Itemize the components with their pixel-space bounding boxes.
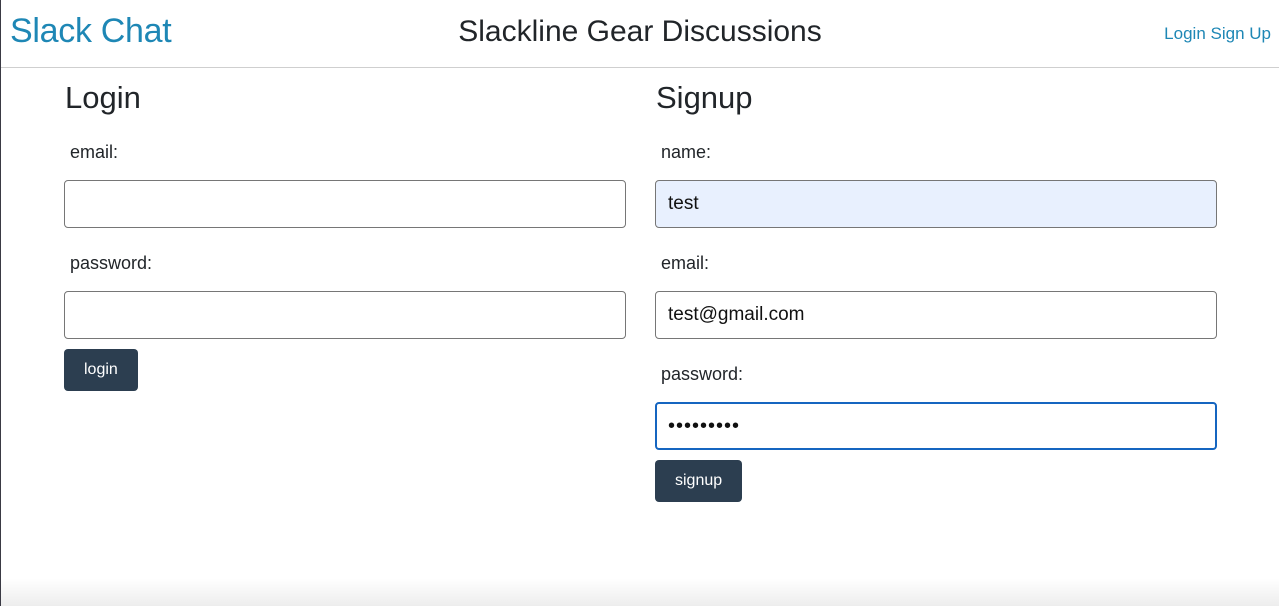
navbar: Slack Chat Slackline Gear Discussions Lo… (1, 0, 1279, 68)
signup-email-input[interactable] (655, 291, 1217, 339)
app-window: Slack Chat Slackline Gear Discussions Lo… (0, 0, 1279, 606)
login-password-input[interactable] (64, 291, 626, 339)
nav-login-link[interactable]: Login (1164, 24, 1206, 43)
login-heading: Login (65, 80, 141, 115)
login-email-label: email: (70, 142, 119, 162)
login-button[interactable]: login (64, 349, 138, 391)
login-password-label: password: (70, 253, 153, 273)
page-title: Slackline Gear Discussions (458, 15, 822, 48)
nav-links: Login Sign Up (1164, 24, 1271, 44)
signup-password-input[interactable] (655, 402, 1217, 450)
signup-heading: Signup (656, 80, 753, 115)
signup-button[interactable]: signup (655, 460, 743, 502)
nav-signup-link[interactable]: Sign Up (1211, 24, 1271, 43)
login-email-input[interactable] (64, 180, 626, 228)
signup-name-label: name: (661, 142, 712, 162)
bottom-shadow (1, 578, 1279, 606)
signup-password-label: password: (661, 364, 744, 384)
signup-name-input[interactable] (655, 180, 1217, 228)
signup-email-label: email: (661, 253, 710, 273)
